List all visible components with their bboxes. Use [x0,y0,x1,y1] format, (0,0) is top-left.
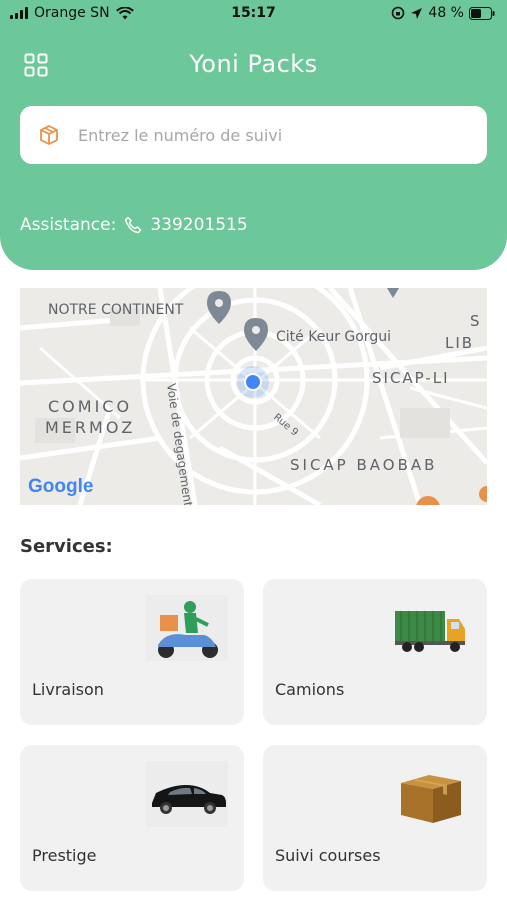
assistance-line[interactable]: Assistance: 339201515 [20,215,248,235]
service-label: Livraison [32,680,104,699]
map-label: LIB [445,334,474,352]
map-view[interactable]: NOTRE CONTINENT Cité Keur Gorgui S LIB S… [20,288,487,505]
map-label: SICAP BAOBAB [290,456,437,474]
assistance-phone[interactable]: 339201515 [150,215,247,235]
map-label: MERMOZ [45,418,135,437]
map-label: Cité Keur Gorgui [276,329,391,345]
assistance-label: Assistance: [20,215,117,235]
truck-icon [395,611,465,652]
service-label: Suivi courses [275,846,381,865]
service-card-suivi-courses[interactable]: Suivi courses [263,745,487,891]
services-heading: Services: [20,536,113,557]
battery-icon [469,6,495,20]
service-label: Camions [275,680,345,699]
luxury-car-icon [146,761,228,827]
battery-percent: 48 % [428,5,464,21]
map-label: S [470,312,482,330]
package-icon [40,125,58,145]
service-card-livraison[interactable]: Livraison [20,579,244,725]
service-label: Prestige [32,846,97,865]
current-location-icon [237,366,269,398]
tracking-number-input[interactable] [78,125,458,145]
scooter-delivery-icon [146,595,228,661]
app-title: Yoni Packs [189,50,318,78]
google-logo: Google [28,476,93,497]
map-label: SICAP-LI [372,369,450,387]
service-card-prestige[interactable]: Prestige [20,745,244,891]
map-label: COMICO [48,397,132,416]
map-label: NOTRE CONTINENT [48,302,184,318]
rotation-lock-icon [392,6,405,20]
location-arrow-icon [411,7,423,19]
service-card-camions[interactable]: Camions [263,579,487,725]
phone-icon [125,216,142,234]
tracking-search-bar[interactable] [20,106,487,164]
app-header: Yoni Packs Assistance: 339201515 [0,0,507,270]
status-bar: Orange SN 15:17 48 % [0,0,507,28]
cardboard-box-icon [401,775,461,823]
